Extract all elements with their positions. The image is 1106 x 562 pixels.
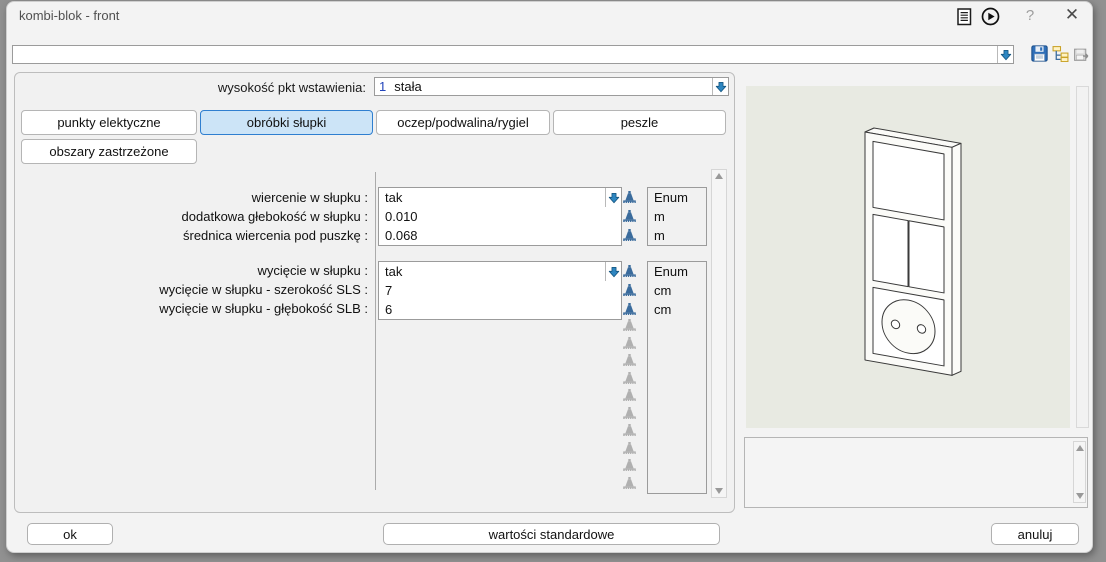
dropdown-arrow-icon xyxy=(608,192,620,204)
units-group1: Enum m m xyxy=(647,187,707,246)
help-button[interactable]: ? xyxy=(1022,7,1038,24)
measure-icon-disabled xyxy=(622,423,637,437)
window-title: kombi-blok - front xyxy=(19,8,119,23)
field-value: 0.010 xyxy=(385,209,621,224)
insertion-value: stała xyxy=(394,79,712,94)
block-name-input[interactable] xyxy=(13,47,997,62)
scroll-up-icon[interactable] xyxy=(715,173,723,179)
play-icon[interactable] xyxy=(981,7,1000,26)
unit-label: Enum xyxy=(648,188,706,207)
measure-icon[interactable] xyxy=(622,302,637,316)
unit-label: cm xyxy=(648,300,706,319)
measure-icon[interactable] xyxy=(622,264,637,278)
cancel-button[interactable]: anuluj xyxy=(991,523,1079,545)
field-label: wycięcie w słupku - szerokość SLS : xyxy=(20,280,368,299)
block-name-combobox[interactable] xyxy=(12,45,1014,64)
dropdown-arrow-icon xyxy=(715,81,727,93)
form-scrollbar[interactable] xyxy=(711,169,727,498)
units-group2: Enum cm cm xyxy=(647,261,707,494)
tree-structure-icon[interactable] xyxy=(1052,45,1069,62)
scroll-down-icon[interactable] xyxy=(715,488,723,494)
field-label: dodatkowa głebokość w słupku : xyxy=(20,207,368,226)
measure-icon-disabled xyxy=(622,371,637,385)
measure-icon[interactable] xyxy=(622,209,637,223)
save-icon[interactable] xyxy=(1031,45,1048,62)
measure-icon-disabled xyxy=(622,458,637,472)
field-label: wycięcie w słupku : xyxy=(20,261,368,280)
tab-peszle[interactable]: peszle xyxy=(553,110,726,135)
field-label: wycięcie w słupku - głębokość SLB : xyxy=(20,299,368,318)
measure-icons-group2 xyxy=(622,261,640,318)
measure-icon[interactable] xyxy=(622,190,637,204)
ok-button[interactable]: ok xyxy=(27,523,113,545)
measure-icon-disabled xyxy=(622,336,637,350)
value-row[interactable]: 0.068 xyxy=(379,226,621,245)
scroll-up-icon[interactable] xyxy=(1076,445,1084,451)
kombi-block-drawing xyxy=(746,86,1070,428)
enum-dropdown-button[interactable] xyxy=(605,262,621,281)
tab-obrobki-slupki[interactable]: obróbki słupki xyxy=(200,110,373,135)
insertion-index: 1 xyxy=(375,79,394,94)
value-row[interactable]: 0.010 xyxy=(379,207,621,226)
unit-label: m xyxy=(648,226,706,245)
preview-panel xyxy=(746,86,1070,428)
scroll-down-icon[interactable] xyxy=(1076,493,1084,499)
value-row[interactable]: tak xyxy=(379,262,621,281)
dropdown-arrow-icon xyxy=(1000,49,1012,61)
measure-icon-disabled xyxy=(622,441,637,455)
dropdown-arrow-icon xyxy=(608,266,620,278)
tab-punkty-elektyczne[interactable]: punkty elektyczne xyxy=(21,110,197,135)
standard-values-button[interactable]: wartości standardowe xyxy=(383,523,720,545)
insertion-dropdown-button[interactable] xyxy=(712,78,728,95)
empty-funnel-column xyxy=(622,318,640,490)
insertion-height-label: wysokość pkt wstawienia: xyxy=(20,80,366,98)
field-labels-group1: wiercenie w słupku : dodatkowa głebokość… xyxy=(20,188,368,245)
switch-double-right xyxy=(909,221,944,293)
measure-icon[interactable] xyxy=(622,228,637,242)
close-button[interactable]: ✕ xyxy=(1062,5,1082,25)
name-dropdown-button[interactable] xyxy=(997,46,1013,63)
insertion-height-combobox[interactable]: 1 stała xyxy=(374,77,729,96)
value-row[interactable]: tak xyxy=(379,188,621,207)
value-row[interactable]: 6 xyxy=(379,300,621,319)
field-value: tak xyxy=(385,190,605,205)
field-labels-group2: wycięcie w słupku : wycięcie w słupku - … xyxy=(20,261,368,318)
field-value: 7 xyxy=(385,283,621,298)
field-value: 0.068 xyxy=(385,228,621,243)
measure-icon-disabled xyxy=(622,388,637,402)
switch-single xyxy=(873,141,944,220)
preview-scrollbar[interactable] xyxy=(1076,86,1089,428)
field-value: tak xyxy=(385,264,605,279)
measure-icons-group1 xyxy=(622,187,640,244)
tab-obszary-zastrzezone[interactable]: obszary zastrzeżone xyxy=(21,139,197,164)
export-icon-disabled xyxy=(1073,46,1090,63)
info-scrollbar[interactable] xyxy=(1073,441,1086,503)
screen: kombi-blok - front ? ✕ wysokość pkt wsta… xyxy=(0,0,1106,562)
measure-icon[interactable] xyxy=(622,283,637,297)
unit-label: m xyxy=(648,207,706,226)
measure-icon-disabled xyxy=(622,476,637,490)
notes-icon[interactable] xyxy=(957,8,972,26)
label-value-divider xyxy=(375,172,376,490)
field-value: 6 xyxy=(385,302,621,317)
measure-icon-disabled xyxy=(622,318,637,332)
tab-oczep-podwalina-rygiel[interactable]: oczep/podwalina/rygiel xyxy=(376,110,550,135)
unit-label: Enum xyxy=(648,262,706,281)
value-row[interactable]: 7 xyxy=(379,281,621,300)
field-values-group2: tak 7 6 xyxy=(378,261,622,320)
enum-dropdown-button[interactable] xyxy=(605,188,621,207)
measure-icon-disabled xyxy=(622,353,637,367)
field-label: średnica wiercenia pod puszkę : xyxy=(20,226,368,245)
field-values-group1: tak 0.010 0.068 xyxy=(378,187,622,246)
switch-double-left xyxy=(873,214,908,286)
measure-icon-disabled xyxy=(622,406,637,420)
field-label: wiercenie w słupku : xyxy=(20,188,368,207)
unit-label: cm xyxy=(648,281,706,300)
info-panel xyxy=(744,437,1088,508)
